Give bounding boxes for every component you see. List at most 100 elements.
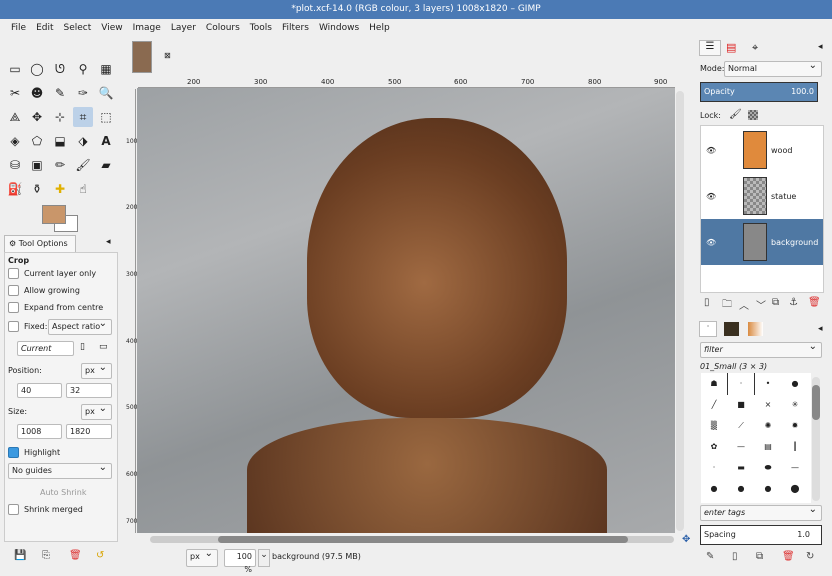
paths-icon[interactable]: ✎: [50, 83, 70, 103]
ellipse-select-icon[interactable]: ◯: [27, 59, 47, 79]
heal-icon[interactable]: ✚: [50, 179, 70, 199]
zoom-icon[interactable]: 🔍: [96, 83, 116, 103]
brush-item[interactable]: ▒: [701, 415, 727, 436]
layer-row[interactable]: 👁 wood: [701, 127, 823, 173]
menu-windows[interactable]: Windows: [314, 23, 364, 33]
spacing-slider[interactable]: Spacing 1.0: [700, 525, 822, 545]
brush-item[interactable]: •: [755, 373, 781, 394]
bucket-fill-icon[interactable]: ⛁: [5, 155, 25, 175]
anchor-layer-icon[interactable]: ⚓: [789, 297, 798, 308]
brush-item[interactable]: ✳: [782, 394, 808, 415]
clone-icon[interactable]: ⚱: [27, 179, 47, 199]
unit-select[interactable]: px: [186, 547, 218, 567]
flip-icon[interactable]: ⬗: [73, 131, 93, 151]
menu-select[interactable]: Select: [59, 23, 97, 33]
menu-layer[interactable]: Layer: [166, 23, 201, 33]
brush-item[interactable]: ●: [782, 373, 808, 394]
brush-item[interactable]: ▤: [755, 436, 781, 457]
duplicate-brush-icon[interactable]: ⧉: [756, 551, 763, 562]
brush-item[interactable]: ●: [728, 478, 754, 499]
highlight-checkbox[interactable]: Highlight: [8, 447, 60, 458]
new-brush-icon[interactable]: ▯: [732, 551, 738, 562]
brush-item[interactable]: —: [728, 436, 754, 457]
tab-layers[interactable]: ☰: [699, 40, 721, 56]
foreground-select-icon[interactable]: ☻: [27, 83, 47, 103]
brush-item[interactable]: ●: [755, 478, 781, 499]
scissors-icon[interactable]: ✂: [5, 83, 25, 103]
menu-tools[interactable]: Tools: [245, 23, 277, 33]
position-unit-select[interactable]: px: [81, 361, 112, 379]
foreground-color[interactable]: [42, 205, 66, 224]
brush-item[interactable]: ⟋: [728, 415, 754, 436]
position-x-input[interactable]: 40: [17, 383, 62, 398]
aspect-value-input[interactable]: Current: [17, 341, 74, 356]
visibility-eye-icon[interactable]: 👁: [706, 146, 716, 155]
size-height-input[interactable]: 1820: [66, 424, 112, 439]
tab-paths[interactable]: ⌖: [752, 41, 758, 55]
allow-growing-checkbox[interactable]: Allow growing: [8, 285, 80, 296]
layer-row[interactable]: 👁 background: [701, 219, 823, 265]
brush-item[interactable]: —: [782, 457, 808, 478]
brush-filter-input[interactable]: filter: [700, 340, 822, 358]
rect-select-icon[interactable]: ▭: [5, 59, 25, 79]
zoom-dropdown[interactable]: ⌄: [258, 549, 270, 567]
brush-item[interactable]: ☗: [701, 373, 727, 394]
eraser-icon[interactable]: ▰: [96, 155, 116, 175]
visibility-eye-icon[interactable]: 👁: [706, 192, 716, 201]
brush-item[interactable]: ·: [701, 457, 727, 478]
horizontal-scrollbar[interactable]: [150, 536, 674, 543]
text-icon[interactable]: A: [96, 131, 116, 151]
refresh-brushes-icon[interactable]: ↻: [806, 551, 814, 562]
brush-item[interactable]: ⬤: [782, 478, 808, 499]
align-icon[interactable]: ⊹: [50, 107, 70, 127]
auto-shrink-button[interactable]: Auto Shrink: [40, 488, 86, 497]
menu-view[interactable]: View: [96, 23, 127, 33]
color-select-icon[interactable]: ▦: [96, 59, 116, 79]
tab-brushes[interactable]: ·: [699, 321, 717, 337]
fixed-mode-select[interactable]: Aspect ratio: [48, 317, 112, 335]
brush-item[interactable]: ✹: [782, 415, 808, 436]
opacity-slider[interactable]: Opacity 100.0: [700, 82, 818, 102]
current-layer-only-checkbox[interactable]: Current layer only: [8, 268, 96, 279]
guides-select[interactable]: No guides: [8, 461, 112, 479]
restore-options-icon[interactable]: ⎘: [42, 550, 50, 561]
brush-item[interactable]: ✿: [701, 436, 727, 457]
brush-item[interactable]: ×: [755, 394, 781, 415]
menu-help[interactable]: Help: [364, 23, 395, 33]
unified-transform-icon[interactable]: ⬚: [96, 107, 116, 127]
reset-options-icon[interactable]: ↺: [96, 550, 104, 561]
warp-icon[interactable]: ◈: [5, 131, 25, 151]
lock-alpha-icon[interactable]: [748, 110, 758, 120]
delete-layer-icon[interactable]: 🗑: [808, 297, 821, 308]
brush-tags-input[interactable]: enter tags: [700, 503, 822, 521]
edit-brush-icon[interactable]: ✎: [706, 551, 714, 562]
mode-select[interactable]: Normal: [724, 59, 822, 77]
crop-icon[interactable]: ⌗: [73, 107, 93, 127]
size-unit-select[interactable]: px: [81, 402, 112, 420]
tab-tool-options[interactable]: ⚙ Tool Options: [4, 235, 76, 252]
brush-item[interactable]: ╱: [701, 394, 727, 415]
smudge-icon[interactable]: ☝: [73, 179, 93, 199]
image-canvas[interactable]: [137, 88, 675, 533]
lock-pixels-icon[interactable]: 🖌: [729, 109, 742, 120]
brush-item[interactable]: ●: [701, 478, 727, 499]
fixed-checkbox[interactable]: Fixed:: [8, 321, 47, 332]
delete-brush-icon[interactable]: 🗑: [782, 551, 795, 562]
brush-item[interactable]: ·: [727, 373, 755, 395]
expand-from-centre-checkbox[interactable]: Expand from centre: [8, 302, 103, 313]
brush-item[interactable]: ✺: [755, 415, 781, 436]
shrink-merged-checkbox[interactable]: Shrink merged: [8, 504, 83, 515]
layer-row[interactable]: 👁 statue: [701, 173, 823, 219]
size-width-input[interactable]: 1008: [17, 424, 62, 439]
tab-gradients[interactable]: [748, 322, 763, 336]
dock-menu-icon[interactable]: ◂: [818, 42, 823, 52]
landscape-icon[interactable]: ▭: [99, 342, 108, 352]
perspective-icon[interactable]: ⬓: [50, 131, 70, 151]
gradient-icon[interactable]: ▣: [27, 155, 47, 175]
paintbrush-icon[interactable]: 🖌: [73, 155, 93, 175]
menu-colours[interactable]: Colours: [201, 23, 245, 33]
lower-layer-icon[interactable]: ﹀: [756, 297, 766, 312]
vertical-scrollbar[interactable]: [676, 91, 684, 531]
save-options-icon[interactable]: 💾: [14, 550, 26, 561]
brush-item[interactable]: ▬: [728, 457, 754, 478]
